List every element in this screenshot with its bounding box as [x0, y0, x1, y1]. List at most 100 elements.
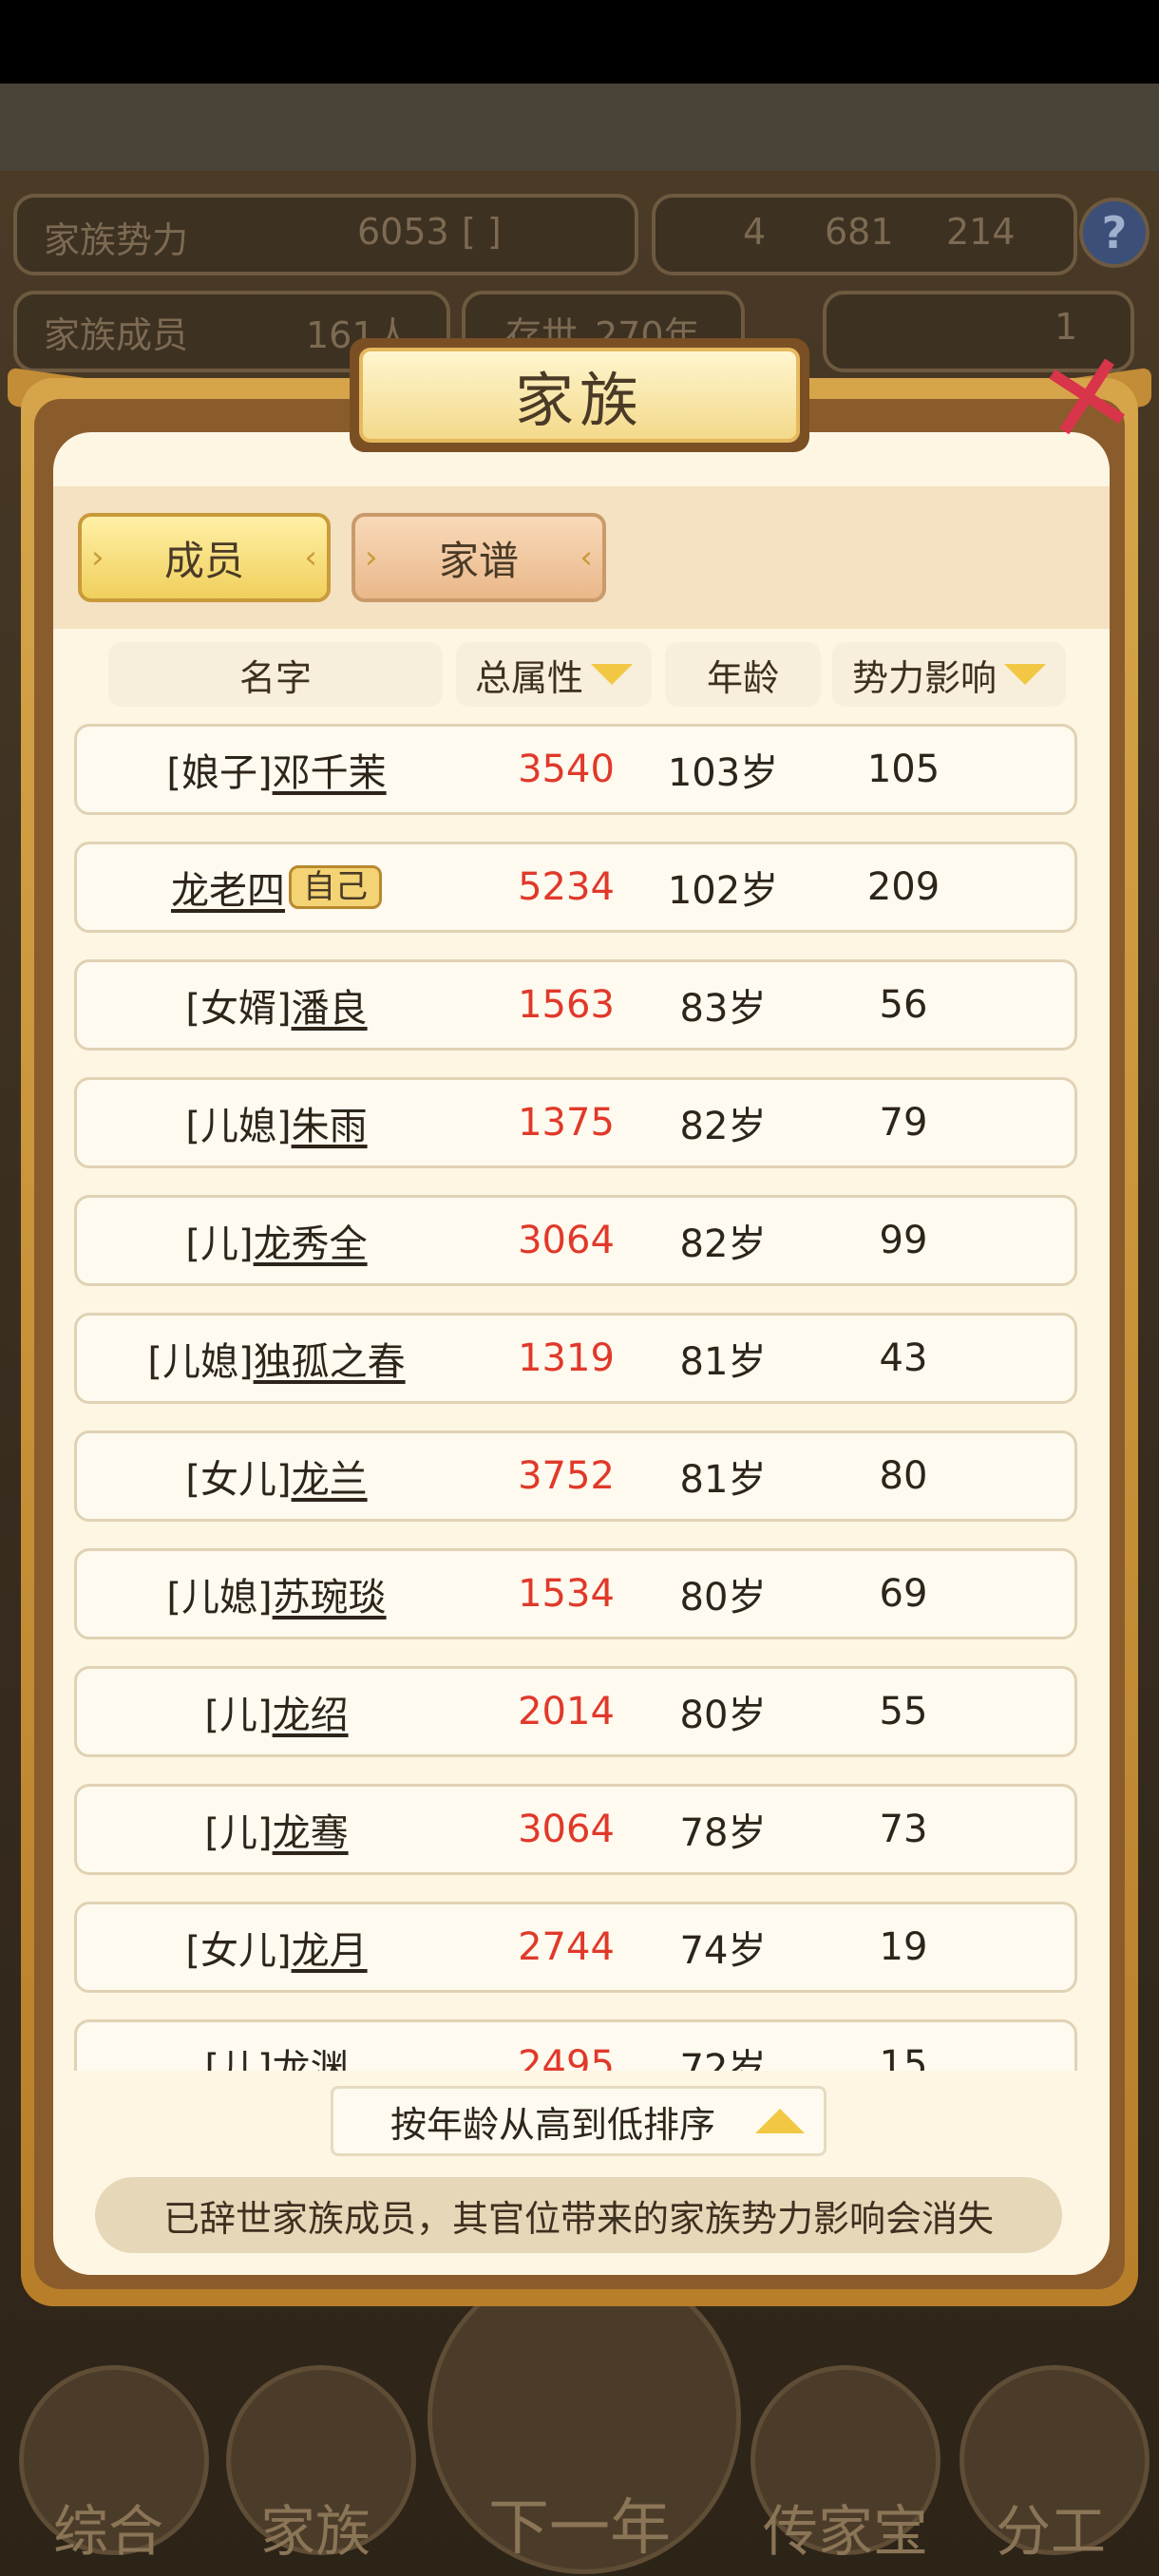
member-age: 80岁: [679, 1576, 767, 1619]
member-attr: 1534: [518, 1572, 615, 1616]
member-name[interactable]: 龙骞: [273, 1802, 349, 1857]
table-row[interactable]: [儿媳] 独孤之春 1319 81岁 43: [74, 1313, 1077, 1404]
resource-2: 681: [825, 211, 894, 253]
member-name[interactable]: 邓千茉: [273, 742, 387, 797]
sort-down-icon: [1004, 664, 1046, 685]
header-age-label: 年龄: [706, 656, 779, 699]
chevron-left-icon: ‹: [304, 539, 317, 577]
member-influence: 55: [879, 1690, 928, 1733]
tab-genealogy[interactable]: › 家谱 ‹: [352, 513, 606, 602]
header-influence[interactable]: 势力影响: [832, 642, 1066, 707]
sort-order-button[interactable]: 按年龄从高到低排序: [331, 2086, 826, 2156]
member-attr: 1563: [518, 983, 615, 1027]
sort-up-icon: [755, 2109, 805, 2133]
member-name[interactable]: 龙月: [292, 1920, 368, 1975]
member-name[interactable]: 龙老四: [171, 860, 285, 915]
member-title: [娘子]: [166, 751, 273, 795]
member-name[interactable]: 朱雨: [292, 1095, 368, 1150]
member-age: 81岁: [679, 1458, 767, 1502]
member-influence: 73: [879, 1808, 928, 1851]
chevron-left-icon: ‹: [580, 539, 593, 577]
member-attr: 1375: [518, 1101, 615, 1145]
table-row[interactable]: [儿媳] 朱雨 1375 82岁 79: [74, 1077, 1077, 1168]
member-influence: 79: [879, 1101, 928, 1145]
table-row[interactable]: [儿] 龙绍 2014 80岁 55: [74, 1666, 1077, 1757]
help-icon[interactable]: ?: [1079, 198, 1150, 268]
member-title: [儿]: [204, 1811, 273, 1855]
nav-next-year[interactable]: 下一年: [475, 2479, 684, 2567]
self-badge: 自己: [289, 865, 382, 909]
member-name[interactable]: 潘良: [292, 977, 368, 1032]
resource-3: 214: [946, 211, 1016, 253]
status-bar: [0, 0, 1159, 84]
member-title: [女儿]: [185, 1929, 292, 1973]
table-row[interactable]: [女儿] 龙兰 3752 81岁 80: [74, 1430, 1077, 1522]
close-icon[interactable]: ✕: [1015, 325, 1159, 474]
member-influence: 15: [879, 2043, 928, 2071]
member-influence: 56: [879, 983, 928, 1027]
member-age: 80岁: [679, 1694, 767, 1737]
member-age: 74岁: [679, 1929, 767, 1973]
member-age: 81岁: [679, 1340, 767, 1384]
member-title: [儿媳]: [166, 1576, 273, 1619]
table-row[interactable]: [娘子] 邓千茉 3540 103岁 105: [74, 724, 1077, 815]
member-title: [儿]: [185, 1222, 254, 1266]
table-row[interactable]: [儿] 龙渊 2495 72岁 15: [74, 2019, 1077, 2071]
bottom-nav: 综合 家族 下一年 传家宝 分工: [0, 2261, 1159, 2576]
member-list[interactable]: [娘子] 邓千茉 3540 103岁 105 龙老四 自己 5234 102岁 20…: [66, 718, 1092, 2071]
nav-family[interactable]: 家族: [211, 2487, 420, 2567]
table-row[interactable]: [儿] 龙秀全 3064 82岁 99: [74, 1195, 1077, 1286]
power-rank: [ ]: [462, 211, 502, 253]
member-influence: 43: [879, 1336, 928, 1380]
member-name[interactable]: 苏琬琰: [273, 1566, 387, 1621]
member-attr: 5234: [518, 865, 615, 909]
member-attr: 2744: [518, 1925, 615, 1969]
resource-1: 4: [743, 211, 767, 253]
header-attr-label: 总属性: [474, 656, 583, 699]
member-name[interactable]: 龙兰: [292, 1449, 368, 1504]
member-title: [儿]: [204, 1694, 273, 1737]
header-age[interactable]: 年龄: [665, 642, 821, 707]
member-title: [女儿]: [185, 1458, 292, 1502]
member-name[interactable]: 龙绍: [273, 1684, 349, 1739]
tab-members-label: 成员: [163, 537, 244, 584]
member-influence: 105: [866, 748, 940, 791]
member-attr: 3064: [518, 1808, 615, 1851]
member-attr: 3540: [518, 748, 615, 791]
member-influence: 19: [879, 1925, 928, 1969]
top-strip: [0, 84, 1159, 171]
member-influence: 69: [879, 1572, 928, 1616]
chevron-right-icon: ›: [365, 539, 378, 577]
nav-division[interactable]: 分工: [946, 2487, 1155, 2567]
tab-members[interactable]: › 成员 ‹: [78, 513, 331, 602]
table-row[interactable]: 龙老四 自己 5234 102岁 209: [74, 842, 1077, 933]
member-title: [女婿]: [185, 987, 292, 1031]
table-row[interactable]: [女儿] 龙月 2744 74岁 19: [74, 1902, 1077, 1993]
member-name[interactable]: 独孤之春: [254, 1331, 406, 1386]
tab-genealogy-label: 家谱: [438, 537, 519, 584]
member-age: 82岁: [679, 1105, 767, 1148]
member-title: [儿]: [204, 2047, 273, 2071]
member-age: 103岁: [667, 751, 779, 795]
table-row[interactable]: [女婿] 潘良 1563 83岁 56: [74, 959, 1077, 1051]
member-title: [儿媳]: [185, 1105, 292, 1148]
member-name[interactable]: 龙渊: [273, 2037, 349, 2071]
member-age: 72岁: [679, 2047, 767, 2071]
notice-text: 已辞世家族成员，其官位带来的家族势力影响会消失: [95, 2177, 1062, 2253]
header-name-label: 名字: [238, 656, 312, 699]
nav-heirloom[interactable]: 传家宝: [741, 2487, 950, 2567]
header-name[interactable]: 名字: [108, 642, 443, 707]
member-age: 83岁: [679, 987, 767, 1031]
table-row[interactable]: [儿媳] 苏琬琰 1534 80岁 69: [74, 1548, 1077, 1639]
table-row[interactable]: [儿] 龙骞 3064 78岁 73: [74, 1784, 1077, 1875]
sort-order-label: 按年龄从高到低排序: [390, 2103, 716, 2146]
chevron-right-icon: ›: [91, 539, 104, 577]
member-influence: 80: [879, 1454, 928, 1498]
member-attr: 3064: [518, 1219, 615, 1262]
nav-general[interactable]: 综合: [4, 2487, 213, 2567]
member-name[interactable]: 龙秀全: [254, 1213, 368, 1268]
power-value: 6053: [357, 211, 449, 253]
member-age: 102岁: [667, 869, 779, 913]
header-attr[interactable]: 总属性: [456, 642, 652, 707]
member-attr: 2495: [518, 2043, 615, 2071]
